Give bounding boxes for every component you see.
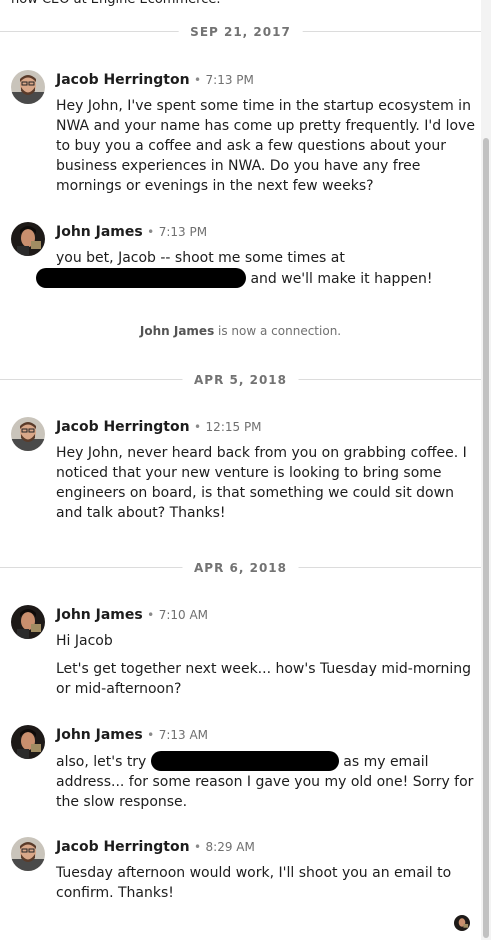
separator-dot: • [194,73,202,87]
date-separator: SEP 21, 2017 [0,22,481,42]
message-header: Jacob Herrington • 8:29 AM [56,838,255,856]
message-thread[interactable]: now CEO at Engine Ecommerce. SEP 21, 201… [0,0,481,940]
sender-name[interactable]: John James [56,727,143,743]
message-body: also, let's try as my email address... f… [56,751,476,812]
date-label: APR 5, 2018 [182,370,299,390]
redacted-email [36,268,246,288]
message-paragraph: Let's get together next week... how's Tu… [56,661,472,697]
read-receipt-icon [454,915,470,931]
message-paragraph: Hi Jacob [56,633,113,649]
avatar-jacob[interactable] [11,417,45,451]
avatar-john-image [11,605,45,639]
message-text: also, let's try [56,754,147,770]
message-body: you bet, Jacob -- shoot me some times at… [36,248,476,289]
avatar-jacob[interactable] [11,837,45,871]
read-receipt-avatar [454,915,470,931]
connection-text: is now a connection. [214,324,342,338]
separator-dot: • [147,608,155,622]
message-time: 7:13 AM [158,728,209,742]
message-header: John James • 7:13 AM [56,726,208,744]
separator-dot: • [194,420,202,434]
sender-name[interactable]: John James [56,607,143,623]
sender-name[interactable]: John James [56,224,143,240]
message-body: Hey John, never heard back from you on g… [56,445,467,521]
profile-headline-partial: now CEO at Engine Ecommerce. [11,0,220,8]
message-header: John James • 7:13 PM [56,223,207,241]
message-header: Jacob Herrington • 12:15 PM [56,418,262,436]
date-separator: APR 5, 2018 [0,370,481,390]
message-text: and we'll make it happen! [250,271,433,287]
avatar-jacob-image [11,70,45,104]
date-label: APR 6, 2018 [182,558,299,578]
avatar-john-image [11,725,45,759]
message-body: Hey John, I've spent some time in the st… [56,98,475,194]
scrollbar-thumb[interactable] [483,138,489,938]
connection-notice: John James is now a connection. [0,322,481,340]
message-body: Hi Jacob Let's get together next week...… [56,631,476,699]
sender-name[interactable]: Jacob Herrington [56,839,190,855]
avatar-john[interactable] [11,725,45,759]
avatar-jacob-image [11,837,45,871]
avatar-jacob[interactable] [11,70,45,104]
message-time: 7:13 PM [158,225,208,239]
message-header: John James • 7:10 AM [56,606,208,624]
redacted-email [150,751,339,771]
separator-dot: • [147,728,155,742]
message-time: 8:29 AM [205,840,255,854]
message-body: Tuesday afternoon would work, I'll shoot… [56,865,452,901]
date-label: SEP 21, 2017 [178,22,303,42]
conversation-window: now CEO at Engine Ecommerce. SEP 21, 201… [0,0,491,940]
message-header: Jacob Herrington • 7:13 PM [56,71,254,89]
connection-name[interactable]: John James [140,324,214,338]
scrollbar-track[interactable] [481,0,491,940]
separator-dot: • [194,840,202,854]
separator-dot: • [147,225,155,239]
avatar-john[interactable] [11,222,45,256]
sender-name[interactable]: Jacob Herrington [56,72,190,88]
message-time: 7:10 AM [158,608,209,622]
date-separator: APR 6, 2018 [0,558,481,578]
avatar-jacob-image [11,417,45,451]
message-time: 7:13 PM [205,73,254,87]
message-time: 12:15 PM [205,420,262,434]
message-text: you bet, Jacob -- shoot me some times at [56,250,345,266]
sender-name[interactable]: Jacob Herrington [56,419,190,435]
avatar-john-image [11,222,45,256]
avatar-john[interactable] [11,605,45,639]
